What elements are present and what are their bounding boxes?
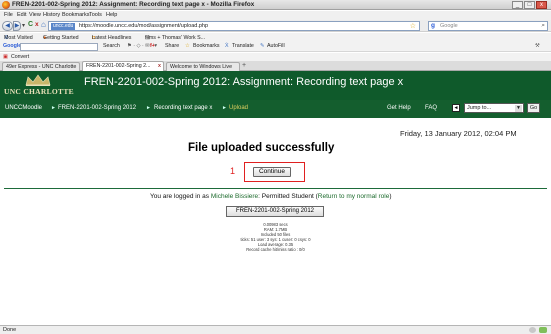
maximize-button[interactable]: □ <box>524 1 535 9</box>
google-toolbar-label: Google <box>3 43 22 49</box>
menu-edit[interactable]: Edit <box>17 12 26 18</box>
breadcrumb-current: Upload <box>229 105 249 111</box>
stop-icon[interactable]: x <box>35 21 39 28</box>
jump-to-select[interactable]: Jump to... ▼ <box>464 103 524 113</box>
menu-bar: File Edit View History Bookmarks Tools H… <box>0 11 551 20</box>
breadcrumb-course[interactable]: FREN-2201-002-Spring 2012 <box>58 105 136 111</box>
continue-button[interactable]: Continue <box>253 167 291 177</box>
convert-toolbar: ▣ Convert <box>0 53 551 61</box>
user-profile-link[interactable]: Michele Bissiere <box>211 193 258 200</box>
return-to-normal-role-link[interactable]: Return to my normal role <box>318 193 390 200</box>
breadcrumb-separator-icon: ► <box>51 105 56 111</box>
convert-button[interactable]: Convert <box>11 54 29 60</box>
current-datetime: Friday, 13 January 2012, 02:04 PM <box>400 129 517 138</box>
bookmarks-toolbar: ⚙ Most Visited ● Getting Started ◘ Lates… <box>0 33 551 42</box>
share-button[interactable]: Share <box>165 43 179 49</box>
login-info: You are logged in as Michele Bissiere: P… <box>150 193 392 200</box>
addon-icon[interactable] <box>529 327 536 333</box>
get-help-link[interactable]: Get Help <box>387 105 411 111</box>
faq-link[interactable]: FAQ <box>425 105 437 111</box>
forward-button[interactable]: ▶ <box>13 21 21 31</box>
menu-tools[interactable]: Tools <box>89 12 102 18</box>
history-dropdown-icon[interactable]: ▾ <box>22 22 25 29</box>
menu-file[interactable]: File <box>4 12 13 18</box>
close-tab-icon[interactable]: x <box>158 62 161 70</box>
refresh-icon[interactable]: C <box>28 21 33 28</box>
breadcrumb-separator-icon: ► <box>146 105 151 111</box>
breadcrumb-separator-icon: ► <box>222 105 227 111</box>
breadcrumb-assignment[interactable]: Recording text page x <box>154 105 212 111</box>
logo-text: UNC CHARLOTTE <box>4 87 74 96</box>
crown-icon <box>25 74 51 86</box>
window-title-bar: FREN-2201-002-Spring 2012: Assignment: R… <box>0 0 551 10</box>
news-icon[interactable]: f+ <box>150 43 155 49</box>
url-text[interactable]: https://moodle.uncc.edu/mod/assignment/u… <box>79 23 208 29</box>
previous-activity-button[interactable]: ◄ <box>452 104 460 112</box>
menu-history[interactable]: History <box>43 12 60 18</box>
tab-fren-2201[interactable]: FREN-2201-002-Spring 2... x <box>82 61 164 71</box>
back-button[interactable]: ◀ <box>2 21 13 31</box>
bookmark-star-icon[interactable]: ☆ <box>410 22 416 30</box>
google-bookmarks-button[interactable]: Bookmarks <box>193 43 220 49</box>
security-icon[interactable] <box>539 327 547 333</box>
menu-bookmarks[interactable]: Bookmarks <box>62 12 90 18</box>
unc-charlotte-logo[interactable]: UNC CHARLOTTE <box>4 74 74 98</box>
site-identity-badge[interactable]: uncc.edu <box>51 23 76 30</box>
upload-success-message: File uploaded successfully <box>188 142 335 154</box>
chevron-down-icon[interactable]: ▼ <box>515 105 522 112</box>
new-tab-button[interactable]: + <box>242 62 246 69</box>
google-search-engine-icon[interactable]: g <box>431 22 435 29</box>
search-icon[interactable]: ⌕ <box>541 22 545 30</box>
search-box[interactable]: g Google ⌕ <box>428 21 548 31</box>
moodle-navbar: UNCCMoodle ► FREN-2201-002-Spring 2012 ►… <box>0 100 551 118</box>
wrench-icon[interactable]: ⚒ <box>535 43 540 49</box>
search-placeholder: Google <box>440 23 458 29</box>
menu-help[interactable]: Help <box>106 12 117 18</box>
annotation-number: 1 <box>230 166 236 176</box>
minimize-button[interactable]: _ <box>512 1 523 9</box>
navigation-toolbar: ◀ ▶ ▾ C x ⌂ uncc.edu https://moodle.uncc… <box>0 20 551 32</box>
status-bar: Done <box>0 325 551 334</box>
page-heading: FREN-2201-002-Spring 2012: Assignment: R… <box>84 76 404 88</box>
tab-bar: 49er Express - UNC Charlotte FREN-2201-0… <box>0 61 551 71</box>
window-title: FREN-2201-002-Spring 2012: Assignment: R… <box>12 1 255 8</box>
home-icon[interactable]: ⌂ <box>41 20 46 29</box>
tab-49er-express[interactable]: 49er Express - UNC Charlotte <box>2 62 80 71</box>
url-bar[interactable]: uncc.edu https://moodle.uncc.edu/mod/ass… <box>48 21 420 31</box>
autofill-icon[interactable]: ✎ <box>260 43 264 49</box>
menu-view[interactable]: View <box>29 12 41 18</box>
google-toolbar: Google Search ⚑ · ◇ · ✉ · ▾ f+ Share ☆ B… <box>0 42 551 52</box>
google-search-button[interactable]: Search <box>103 43 120 49</box>
go-button[interactable]: Go <box>527 103 540 113</box>
footer-divider <box>4 188 547 189</box>
course-home-button[interactable]: FREN-2201-002-Spring 2012 <box>226 206 324 217</box>
firefox-icon <box>2 1 10 9</box>
convert-icon[interactable]: ▣ <box>3 54 8 60</box>
bookmarks-star-icon[interactable]: ☆ <box>185 43 190 49</box>
tab-windows-live[interactable]: Welcome to Windows Live <box>166 62 240 71</box>
status-text: Done <box>3 327 17 333</box>
perf-cache: Record cache hit/miss ratio : 0/0 <box>246 247 305 252</box>
translate-icon[interactable]: Ẋ <box>225 43 229 49</box>
moodle-header: UNC CHARLOTTE FREN-2201-002-Spring 2012:… <box>0 71 551 100</box>
breadcrumb-home[interactable]: UNCCMoodle <box>5 105 42 111</box>
translate-button[interactable]: Translate <box>232 43 254 49</box>
close-window-button[interactable]: x <box>536 1 547 9</box>
google-toolbar-search-input[interactable] <box>20 43 98 51</box>
autofill-button[interactable]: AutoFill <box>267 43 285 49</box>
